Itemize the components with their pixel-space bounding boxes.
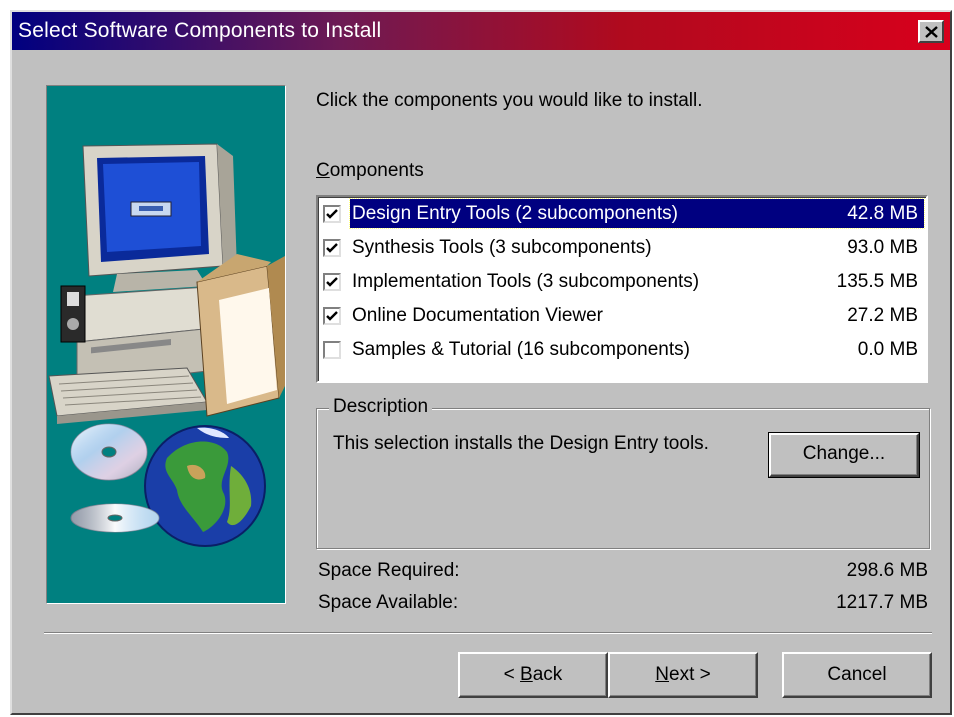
component-row-online-docs[interactable]: Online Documentation Viewer 27.2 MB [320, 299, 924, 331]
component-row-implementation[interactable]: Implementation Tools (3 subcomponents) 1… [320, 265, 924, 297]
window-title: Select Software Components to Install [18, 19, 382, 42]
next-button[interactable]: Next > [608, 652, 758, 698]
component-row-samples[interactable]: Samples & Tutorial (16 subcomponents) 0.… [320, 333, 924, 365]
component-checkbox[interactable] [323, 205, 341, 223]
description-text: This selection installs the Design Entry… [333, 433, 709, 454]
button-separator [44, 632, 932, 634]
space-required-label: Space Required: [318, 560, 460, 581]
description-group: Description This selection installs the … [316, 396, 930, 549]
checkmark-icon [326, 277, 338, 287]
component-size: 135.5 MB [836, 271, 918, 292]
close-icon [925, 26, 938, 38]
component-size: 0.0 MB [857, 339, 918, 360]
component-label: Synthesis Tools (3 subcomponents) [352, 237, 652, 258]
component-label: Design Entry Tools (2 subcomponents) [352, 203, 678, 224]
install-dialog: Select Software Components to Install Cl… [10, 10, 952, 715]
component-row-synthesis[interactable]: Synthesis Tools (3 subcomponents) 93.0 M… [320, 231, 924, 263]
component-label: Samples & Tutorial (16 subcomponents) [352, 339, 690, 360]
cancel-button[interactable]: Cancel [782, 652, 932, 698]
component-checkbox[interactable] [323, 341, 341, 359]
space-available-value: 1217.7 MB [836, 592, 928, 613]
checkmark-icon [326, 209, 338, 219]
checkmark-icon [326, 311, 338, 321]
component-size: 93.0 MB [847, 237, 918, 258]
component-label: Online Documentation Viewer [352, 305, 604, 326]
checkmark-icon [326, 243, 338, 253]
components-list[interactable]: Design Entry Tools (2 subcomponents) 42.… [316, 195, 928, 383]
component-checkbox[interactable] [323, 239, 341, 257]
component-size: 42.8 MB [847, 203, 918, 224]
setup-illustration [46, 85, 286, 604]
space-available-label: Space Available: [318, 592, 459, 613]
description-legend: Description [329, 396, 433, 418]
instruction-text: Click the components you would like to i… [316, 90, 703, 111]
component-checkbox[interactable] [323, 273, 341, 291]
component-label: Implementation Tools (3 subcomponents) [352, 271, 700, 292]
title-bar[interactable]: Select Software Components to Install [12, 12, 950, 50]
component-size: 27.2 MB [847, 305, 918, 326]
computer-globe-cd-illustration [48, 143, 285, 547]
component-checkbox[interactable] [323, 307, 341, 325]
space-required-value: 298.6 MB [846, 560, 928, 581]
component-row-design-entry[interactable]: Design Entry Tools (2 subcomponents) 42.… [320, 197, 925, 229]
change-button[interactable]: Change... [768, 432, 920, 478]
components-label: Components [316, 160, 424, 181]
back-button[interactable]: < Back [458, 652, 608, 698]
close-button[interactable] [918, 20, 944, 43]
